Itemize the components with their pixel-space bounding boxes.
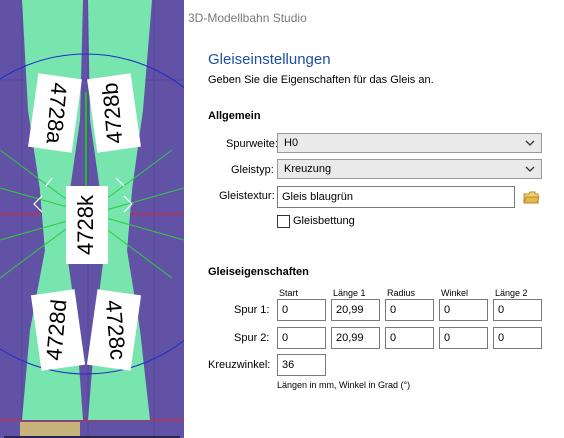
page-subtitle: Geben Sie die Eigenschaften für das Glei… [208, 74, 434, 86]
kreuzwinkel-value: 36 [282, 359, 295, 371]
gleistyp-label: Gleistyp: [231, 164, 274, 176]
gleistextur-value: Gleis blaugrün [282, 191, 353, 203]
svg-text:4728k: 4728k [73, 194, 98, 255]
spurweite-label: Spurweite: [226, 138, 278, 150]
track-buffer-block [20, 422, 80, 438]
dialog-titlebar[interactable]: 3D-Modellbahn Studio [184, 0, 564, 36]
spur2-label: Spur 2: [234, 332, 270, 344]
folder-icon[interactable] [523, 191, 540, 205]
gleistyp-select[interactable]: Kreuzung [277, 159, 542, 179]
spur1-winkel-input[interactable]: 0 [439, 299, 488, 321]
spur2-start-input[interactable]: 0 [277, 327, 326, 349]
spur1-label: Spur 1: [234, 304, 270, 316]
svg-text:4728b: 4728b [97, 82, 127, 145]
spur1-start-input[interactable]: 0 [277, 299, 326, 321]
gleistextur-label: Gleistextur: [219, 190, 275, 202]
gleistyp-value: Kreuzung [284, 163, 332, 175]
svg-text:4728c: 4728c [101, 299, 131, 361]
spurweite-select[interactable]: H0 [277, 133, 542, 153]
spur1-radius-input[interactable]: 0 [385, 299, 434, 321]
page-title: Gleiseinstellungen [208, 51, 331, 68]
section-general-title: Allgemein [208, 110, 261, 122]
track-preview-canvas[interactable]: 4728a 4728b 4728k 4728d 4728c [0, 0, 184, 438]
track-preview-svg[interactable]: 4728a 4728b 4728k 4728d 4728c [0, 0, 184, 438]
col-header-laenge1: Länge 1 [333, 288, 366, 298]
spur2-winkel-input[interactable]: 0 [439, 327, 488, 349]
spur1-laenge1-value: 20,99 [336, 304, 364, 316]
kreuzwinkel-input[interactable]: 36 [277, 354, 326, 376]
col-header-start: Start [279, 288, 299, 298]
spur2-laenge2-value: 0 [498, 332, 505, 344]
spurweite-value: H0 [284, 137, 299, 149]
track-label-k: 4728k [66, 186, 108, 264]
col-header-laenge2: Länge 2 [495, 288, 528, 298]
spur2-radius-input[interactable]: 0 [385, 327, 434, 349]
window-title: 3D-Modellbahn Studio [188, 11, 307, 25]
spur1-winkel-value: 0 [444, 304, 451, 316]
col-header-radius: Radius [387, 288, 416, 298]
spur1-laenge2-value: 0 [498, 304, 505, 316]
spur2-laenge1-value: 20,99 [336, 332, 364, 344]
svg-text:4728d: 4728d [41, 298, 71, 361]
track-settings-dialog: 3D-Modellbahn Studio Gleiseinstellungen … [184, 0, 564, 438]
spur1-start-value: 0 [282, 304, 289, 316]
kreuzwinkel-label: Kreuzwinkel: [208, 359, 271, 371]
spur2-winkel-value: 0 [444, 332, 451, 344]
spur1-radius-value: 0 [390, 304, 397, 316]
gleisbettung-checkbox[interactable] [277, 215, 290, 228]
units-note: Längen in mm, Winkel in Grad (°) [277, 380, 411, 390]
col-header-winkel: Winkel [441, 288, 469, 298]
spur2-radius-value: 0 [390, 332, 397, 344]
spur2-start-value: 0 [282, 332, 289, 344]
section-props-title: Gleiseigenschaften [208, 266, 309, 278]
gleisbettung-label: Gleisbettung [293, 215, 355, 227]
spur2-laenge1-input[interactable]: 20,99 [331, 327, 380, 349]
chevron-down-icon [525, 140, 535, 146]
spur1-laenge1-input[interactable]: 20,99 [331, 299, 380, 321]
gleistextur-input[interactable]: Gleis blaugrün [277, 186, 515, 208]
chevron-down-icon [525, 166, 535, 172]
spur1-laenge2-input[interactable]: 0 [493, 299, 542, 321]
spur2-laenge2-input[interactable]: 0 [493, 327, 542, 349]
